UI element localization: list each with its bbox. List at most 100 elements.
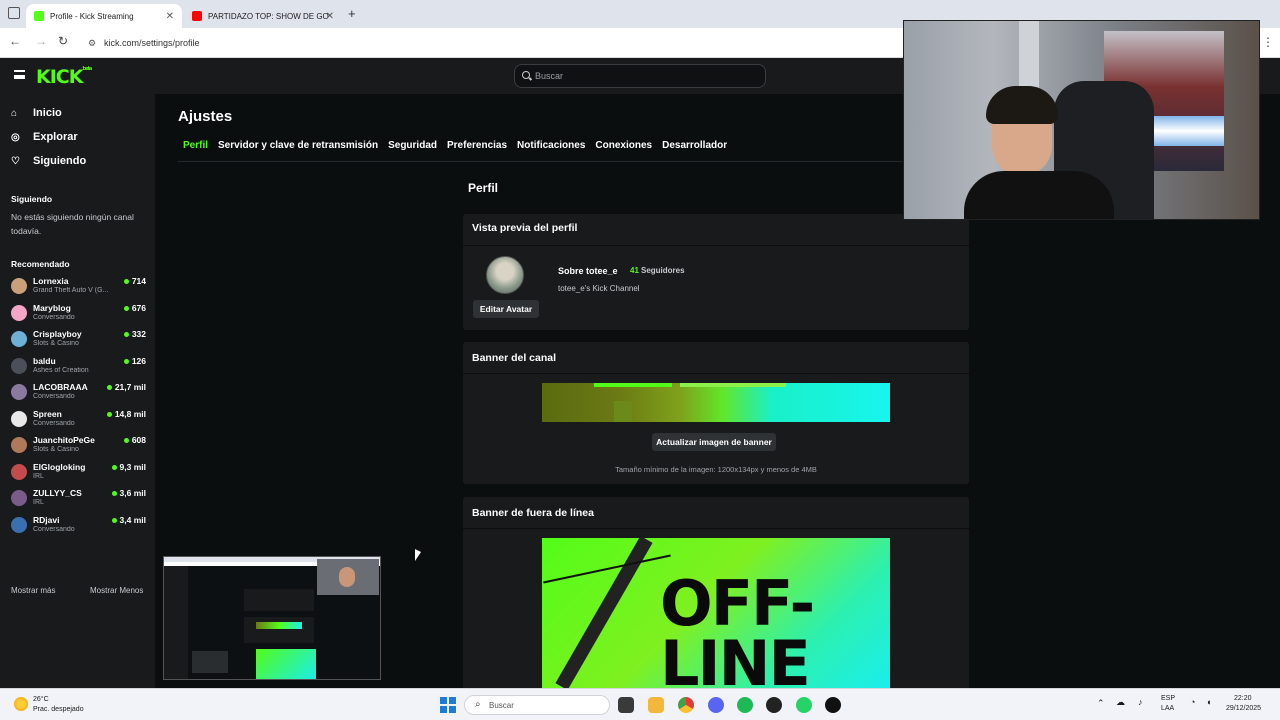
- recommended-channel[interactable]: Maryblog Conversando 676: [11, 303, 146, 329]
- mini-banner: [256, 622, 302, 629]
- mini-profile-card: [244, 589, 314, 611]
- recommended-channel[interactable]: LACOBRAAA Conversando 21,7 mil: [11, 382, 146, 408]
- recommended-channel[interactable]: baldu Ashes of Creation 126: [11, 356, 146, 382]
- followers-count: 41: [630, 266, 639, 275]
- chevron-up-icon[interactable]: ⌃: [1097, 698, 1105, 709]
- kick-logo[interactable]: KICKbeta: [36, 66, 92, 88]
- taskbar-search[interactable]: ⌕ Buscar: [464, 695, 610, 715]
- recommended-channel[interactable]: Lornexia Grand Theft Auto V (G... 714: [11, 276, 146, 302]
- browser-menu-icon[interactable]: ⋮: [1262, 35, 1274, 49]
- tab-preferencias[interactable]: Preferencias: [442, 140, 512, 160]
- tab-desarrollador[interactable]: Desarrollador: [657, 140, 732, 160]
- channel-category: Conversando: [33, 313, 75, 321]
- divider: [463, 528, 969, 529]
- profile-preview-heading: Vista previa del perfil: [472, 222, 578, 234]
- webcam-person-body: [964, 171, 1114, 219]
- browser-tab-youtube[interactable]: PARTIDAZO TOP: SHOW DE GO ✕: [184, 4, 342, 28]
- profile-bio: totee_e's Kick Channel: [558, 284, 640, 293]
- site-info-icon[interactable]: ⚙: [88, 38, 96, 49]
- update-banner-button[interactable]: Actualizar imagen de banner: [652, 433, 776, 451]
- tab-conexiones[interactable]: Conexiones: [590, 140, 657, 160]
- offline-banner-image: OFF-LINE: [542, 538, 890, 690]
- channel-category: Ashes of Creation: [33, 366, 89, 374]
- tab-list-icon[interactable]: [8, 7, 20, 19]
- start-icon[interactable]: [440, 697, 456, 713]
- volume-icon[interactable]: ◖: [1206, 697, 1211, 707]
- viewer-count: 21,7 mil: [107, 382, 146, 392]
- tab-seguridad[interactable]: Seguridad: [383, 140, 442, 160]
- mouse-cursor-icon: [415, 549, 421, 561]
- compass-icon: ◎: [11, 131, 20, 143]
- sidebar-item-inicio[interactable]: ⌂ Inicio: [11, 107, 62, 119]
- viewer-count: 9,3 mil: [112, 462, 146, 472]
- browser-tab-kick[interactable]: Profile - Kick Streaming ✕: [26, 4, 182, 28]
- offline-banner-heading: Banner de fuera de línea: [472, 507, 594, 519]
- sidebar-item-siguiendo[interactable]: ♡ Siguiendo: [11, 155, 86, 167]
- viewer-count: 3,6 mil: [112, 488, 146, 498]
- avatar: [11, 357, 27, 374]
- kick-favicon-icon: [34, 11, 44, 21]
- clock-date[interactable]: 29/12/2025: [1226, 705, 1261, 712]
- channel-name: baldu: [33, 355, 56, 366]
- recommended-channel[interactable]: RDjavi Conversando 3,4 mil: [11, 515, 146, 541]
- mini-preview-window[interactable]: [163, 556, 381, 680]
- show-less-link[interactable]: Mostrar Menos: [90, 586, 143, 595]
- tab-perfil[interactable]: Perfil: [178, 140, 213, 160]
- webcam-overlay: [903, 20, 1260, 220]
- weather-icon[interactable]: [14, 697, 28, 711]
- app-icon[interactable]: [766, 697, 782, 713]
- chrome-icon[interactable]: [678, 697, 694, 713]
- avatar: [11, 410, 27, 427]
- new-tab-icon[interactable]: +: [348, 6, 356, 21]
- banner-glitch-stripe: [594, 383, 672, 387]
- tab-notificaciones[interactable]: Notificaciones: [512, 140, 590, 160]
- profile-about-title: Sobre totee_e: [558, 266, 618, 276]
- tab-servidor[interactable]: Servidor y clave de retransmisión: [213, 140, 383, 160]
- task-view-icon[interactable]: [618, 697, 634, 713]
- avatar: [11, 516, 27, 533]
- sidebar: ⌂ Inicio ◎ Explorar ♡ Siguiendo Siguiend…: [0, 94, 155, 688]
- menu-icon[interactable]: [14, 70, 25, 79]
- edit-avatar-button[interactable]: Editar Avatar: [473, 300, 539, 318]
- recommended-channel[interactable]: ElGlogloking IRL 9,3 mil: [11, 462, 146, 488]
- file-explorer-icon[interactable]: [648, 697, 664, 713]
- mini-webcam: [317, 559, 379, 595]
- mini-webcam-face: [339, 567, 355, 587]
- sidebar-item-label: Siguiendo: [33, 155, 87, 167]
- whatsapp-icon[interactable]: [796, 697, 812, 713]
- tiktok-icon[interactable]: [825, 697, 841, 713]
- recommended-channel[interactable]: ZULLYY_CS IRL 3,6 mil: [11, 488, 146, 514]
- section-title: Perfil: [468, 181, 499, 195]
- recommended-channel[interactable]: Spreen Conversando 14,8 mil: [11, 409, 146, 435]
- browser-tab-title: Profile - Kick Streaming: [50, 11, 134, 21]
- clock-time[interactable]: 22:20: [1234, 695, 1252, 702]
- language-top[interactable]: ESP: [1161, 695, 1175, 702]
- search-icon: ⌕: [475, 699, 481, 710]
- mic-icon[interactable]: ♪: [1138, 697, 1143, 707]
- discord-icon[interactable]: [708, 697, 724, 713]
- weather-desc: Prac. despejado: [33, 706, 84, 713]
- spotify-icon[interactable]: [737, 697, 753, 713]
- mini-nested-preview: [192, 651, 228, 673]
- close-tab-icon[interactable]: ✕: [166, 11, 174, 22]
- forward-icon[interactable]: →: [32, 34, 50, 48]
- recommended-channel[interactable]: Crisplayboy Slots & Casino 332: [11, 329, 146, 355]
- banner-glitch-block: [614, 401, 632, 422]
- search-input[interactable]: Buscar: [514, 64, 766, 88]
- language-bottom[interactable]: LAA: [1161, 705, 1174, 712]
- channel-banner-image: [542, 383, 890, 422]
- wifi-icon[interactable]: ◔: [1190, 697, 1195, 707]
- recommended-channel[interactable]: JuanchitoPeGe Slots & Casino 608: [11, 435, 146, 461]
- avatar: [11, 490, 27, 506]
- following-heading: Siguiendo: [11, 194, 53, 204]
- reload-icon[interactable]: ↻: [54, 34, 72, 48]
- close-tab-icon[interactable]: ✕: [326, 11, 334, 22]
- back-icon[interactable]: ←: [6, 34, 24, 48]
- kick-page: KICKbeta Buscar ⌂ Inicio ◎ Explorar ♡ Si…: [0, 20, 1280, 697]
- viewer-count: 332: [124, 329, 146, 339]
- channel-banner-card: Banner del canal Actualizar imagen de ba…: [463, 342, 969, 484]
- channel-name: ElGlogloking: [33, 461, 86, 472]
- tray-icon[interactable]: ☁: [1116, 697, 1125, 708]
- show-more-link[interactable]: Mostrar más: [11, 586, 55, 595]
- sidebar-item-explorar[interactable]: ◎ Explorar: [11, 131, 78, 143]
